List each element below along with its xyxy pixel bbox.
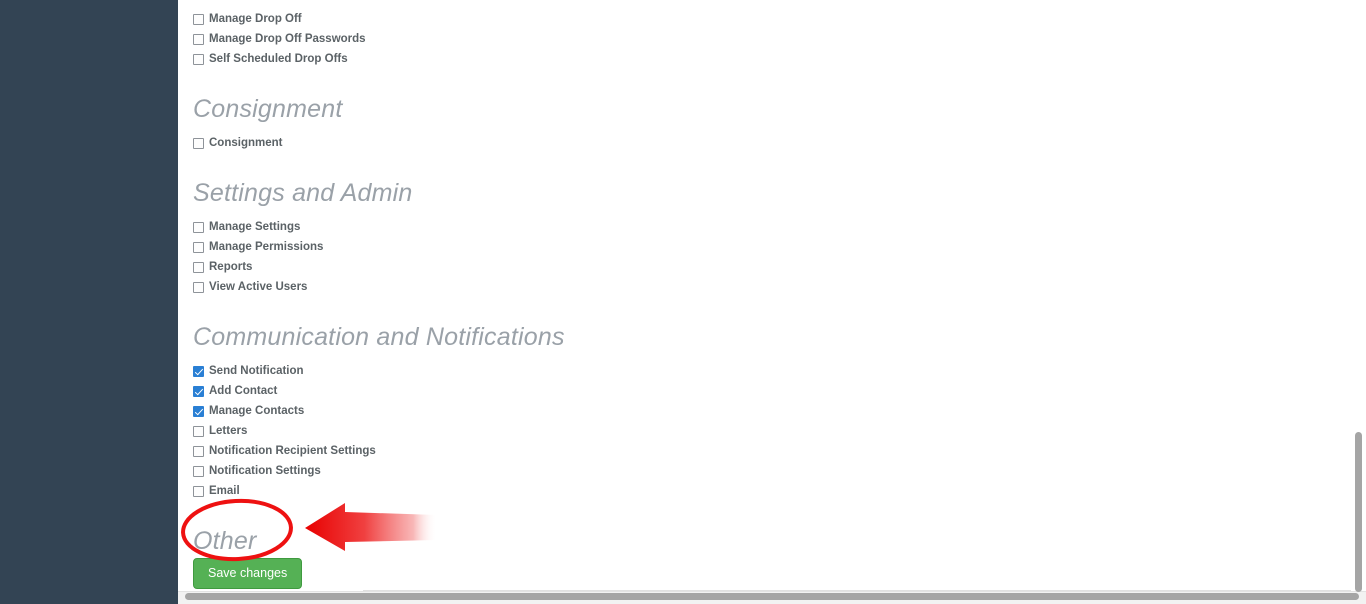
checkbox-notification-recipient-settings[interactable] (193, 445, 204, 457)
permission-label: Manage Drop Off Passwords (209, 32, 366, 45)
section-consignment: Consignment Consignment (178, 95, 1366, 153)
permission-label: View Active Users (209, 280, 308, 293)
checkbox-view-active-users[interactable] (193, 281, 204, 293)
permission-row[interactable]: Manage Settings (178, 217, 1366, 237)
permission-label: Manage Contacts (209, 404, 305, 417)
checkbox-self-scheduled-drop-offs[interactable] (193, 53, 204, 65)
permission-row[interactable]: Self Scheduled Drop Offs (178, 49, 1366, 69)
app-screen: Manage Drop Off Manage Drop Off Password… (0, 0, 1366, 604)
section-heading-other: Other (193, 527, 257, 555)
permission-row[interactable]: Consignment (178, 133, 1366, 153)
section-other: Other (178, 527, 1366, 555)
permission-row[interactable]: Letters (178, 421, 1366, 441)
permission-label: Manage Drop Off (209, 12, 302, 25)
checkbox-manage-drop-off-passwords[interactable] (193, 33, 204, 45)
permission-row[interactable]: Add Contact (178, 381, 1366, 401)
checkbox-add-contact[interactable] (193, 385, 204, 397)
checkbox-reports[interactable] (193, 261, 204, 273)
checkbox-manage-drop-off[interactable] (193, 13, 204, 25)
save-changes-button[interactable]: Save changes (193, 558, 303, 589)
permission-label: Send Notification (209, 364, 304, 377)
permission-row[interactable]: Manage Drop Off (178, 9, 1366, 29)
permission-row[interactable]: Send Notification (178, 361, 1366, 381)
section-heading-communication-and-notifications: Communication and Notifications (193, 323, 565, 351)
permission-row[interactable]: Notification Recipient Settings (178, 441, 1366, 461)
permission-row[interactable]: Reports (178, 257, 1366, 277)
checkbox-consignment[interactable] (193, 137, 204, 149)
vertical-scrollbar-thumb[interactable] (1355, 432, 1362, 592)
permission-row[interactable]: View Active Users (178, 277, 1366, 297)
checkbox-notification-settings[interactable] (193, 465, 204, 477)
checkbox-letters[interactable] (193, 425, 204, 437)
permission-row[interactable]: Manage Contacts (178, 401, 1366, 421)
section-heading-settings-and-admin: Settings and Admin (193, 179, 413, 207)
section-settings-and-admin: Settings and Admin Manage Settings Manag… (178, 179, 1366, 297)
section-heading-consignment: Consignment (193, 95, 343, 123)
permission-row[interactable]: Manage Drop Off Passwords (178, 29, 1366, 49)
permission-label: Add Contact (209, 384, 278, 397)
permission-row[interactable]: Manage Permissions (178, 237, 1366, 257)
checkbox-email[interactable] (193, 485, 204, 497)
left-sidebar (0, 0, 178, 604)
permission-label: Manage Settings (209, 220, 301, 233)
permission-label: Letters (209, 424, 248, 437)
permission-label: Email (209, 484, 240, 497)
horizontal-scrollbar-thumb[interactable] (185, 593, 1359, 600)
permission-row[interactable]: Email (178, 481, 1366, 501)
permission-label: Notification Settings (209, 464, 321, 477)
permission-label: Manage Permissions (209, 240, 324, 253)
checkbox-manage-contacts[interactable] (193, 405, 204, 417)
checkbox-manage-permissions[interactable] (193, 241, 204, 253)
permission-label: Consignment (209, 136, 283, 149)
checkbox-manage-settings[interactable] (193, 221, 204, 233)
permissions-content-pane: Manage Drop Off Manage Drop Off Password… (178, 0, 1366, 604)
permission-label: Reports (209, 260, 253, 273)
permission-row[interactable]: Notification Settings (178, 461, 1366, 481)
permission-label: Notification Recipient Settings (209, 444, 376, 457)
section-drop-off: Manage Drop Off Manage Drop Off Password… (178, 0, 1366, 69)
section-communication-and-notifications: Communication and Notifications Send Not… (178, 323, 1366, 501)
permission-label: Self Scheduled Drop Offs (209, 52, 348, 65)
checkbox-send-notification[interactable] (193, 365, 204, 377)
